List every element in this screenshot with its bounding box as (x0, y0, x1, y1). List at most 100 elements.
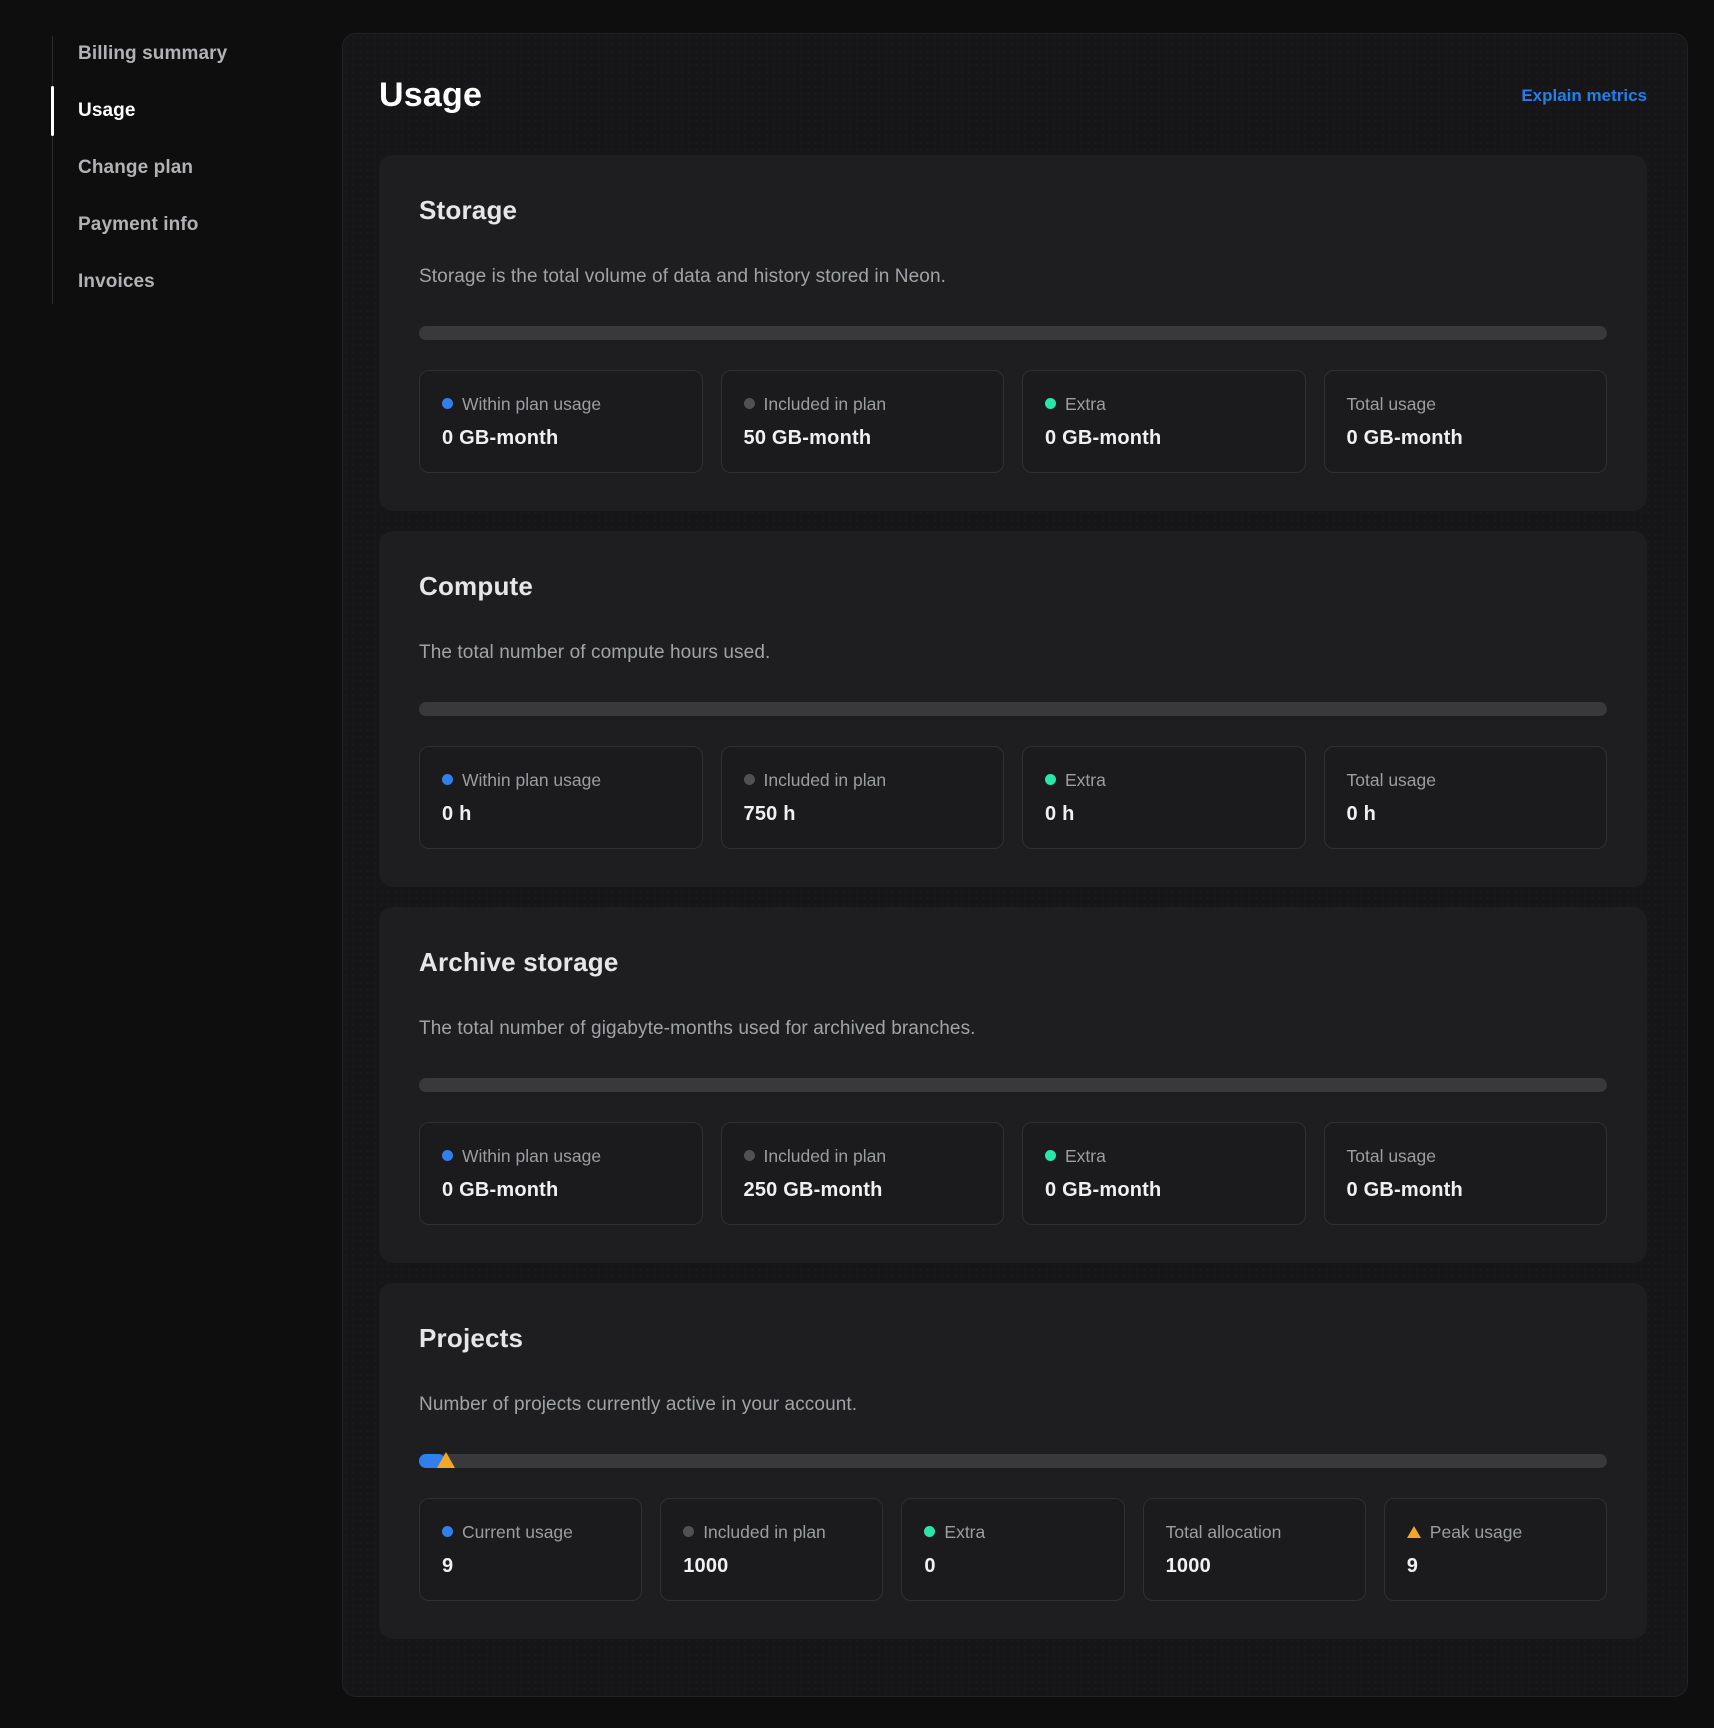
stat-label-row: Extra (924, 1519, 1101, 1545)
sidebar-item-payment-info[interactable]: Payment info (53, 213, 302, 237)
stat-label: Included in plan (764, 391, 887, 417)
stat-value: 0 h (1347, 803, 1585, 826)
stat-value: 0 h (1045, 803, 1283, 826)
stat-value: 0 GB-month (1347, 427, 1585, 450)
billing-sidebar: Billing summary Usage Change plan Payment i… (52, 36, 302, 304)
stat-label-row: Total usage (1347, 1143, 1585, 1169)
stat-label: Within plan usage (462, 391, 601, 417)
stat-label-row: Within plan usage (442, 391, 680, 417)
gray-dot-icon (744, 398, 755, 409)
stat-value: 0 GB-month (1347, 1179, 1585, 1202)
stat-value: 0 GB-month (442, 1179, 680, 1202)
section-description: Storage is the total volume of data and … (419, 266, 1607, 288)
green-dot-icon (1045, 398, 1056, 409)
green-dot-icon (1045, 1150, 1056, 1161)
stat-label: Peak usage (1430, 1519, 1522, 1545)
gray-dot-icon (744, 774, 755, 785)
stat-box-total-usage: Total usage 0 GB-month (1324, 1122, 1608, 1225)
section-description: Number of projects currently active in y… (419, 1394, 1607, 1416)
section-compute: Compute The total number of compute hours… (379, 531, 1647, 887)
section-archive-storage: Archive storage The total number of gigab… (379, 907, 1647, 1263)
usage-sections: Storage Storage is the total volume of da… (379, 155, 1647, 1639)
sidebar-item-billing-summary[interactable]: Billing summary (53, 42, 302, 66)
stats-grid: Within plan usage 0 GB-month Included in p… (419, 1122, 1607, 1225)
stats-grid: Current usage 9 Included in plan 1000 Extra 0… (419, 1498, 1607, 1601)
blue-dot-icon (442, 1150, 453, 1161)
stat-label-row: Peak usage (1407, 1519, 1584, 1545)
section-projects: Projects Number of projects currently act… (379, 1283, 1647, 1639)
stat-value: 250 GB-month (744, 1179, 982, 1202)
stat-label: Within plan usage (462, 767, 601, 793)
stat-label: Included in plan (764, 1143, 887, 1169)
usage-progress-bar (419, 326, 1607, 340)
blue-dot-icon (442, 774, 453, 785)
stat-value: 0 GB-month (1045, 427, 1283, 450)
stat-box-peak-usage: Peak usage 9 (1384, 1498, 1607, 1601)
stat-value: 9 (1407, 1555, 1584, 1578)
stat-box-within-plan-usage: Within plan usage0 GB-month (419, 370, 703, 473)
section-title: Archive storage (419, 947, 1607, 978)
stat-box-included-in-plan: Included in plan 750 h (721, 746, 1005, 849)
stat-label: Current usage (462, 1519, 573, 1545)
stat-label-row: Included in plan (744, 767, 982, 793)
stat-label: Extra (1065, 1143, 1106, 1169)
stat-label: Included in plan (764, 767, 887, 793)
stat-value: 0 (924, 1555, 1101, 1578)
stat-label-row: Within plan usage (442, 767, 680, 793)
sidebar-item-change-plan[interactable]: Change plan (53, 156, 302, 180)
sidebar-item-usage[interactable]: Usage (53, 99, 302, 123)
usage-progress-bar (419, 1454, 1607, 1468)
stats-grid: Within plan usage0 hIncluded in plan750 … (419, 746, 1607, 849)
stat-box-included-in-plan: Included in plan 50 GB-month (721, 370, 1005, 473)
stat-label-row: Total allocation (1166, 1519, 1343, 1545)
usage-progress-bar (419, 702, 1607, 716)
stat-box-within-plan-usage: Within plan usage 0 GB-month (419, 1122, 703, 1225)
stat-box-extra: Extra 0 h (1022, 746, 1306, 849)
stat-value: 50 GB-month (744, 427, 982, 450)
section-description: The total number of gigabyte-months used… (419, 1018, 1607, 1040)
stat-label: Included in plan (703, 1519, 826, 1545)
stat-box-extra: Extra 0 GB-month (1022, 1122, 1306, 1225)
stat-label: Extra (1065, 767, 1106, 793)
stat-label-row: Extra (1045, 767, 1283, 793)
gray-dot-icon (683, 1526, 694, 1537)
panel-header: Usage Explain metrics (379, 70, 1647, 115)
stat-label: Total usage (1347, 767, 1437, 793)
stat-label-row: Included in plan (683, 1519, 860, 1545)
blue-dot-icon (442, 398, 453, 409)
usage-panel: Usage Explain metrics Storage Storage is … (342, 33, 1688, 1697)
explain-metrics-link[interactable]: Explain metrics (1521, 86, 1647, 106)
stat-label: Total allocation (1166, 1519, 1282, 1545)
stat-label: Extra (1065, 391, 1106, 417)
stat-label-row: Total usage (1347, 391, 1585, 417)
stat-box-total-allocation: Total allocation 1000 (1143, 1498, 1366, 1601)
stat-box-extra: Extra 0 GB-month (1022, 370, 1306, 473)
stat-label-row: Included in plan (744, 1143, 982, 1169)
section-title: Storage (419, 195, 1607, 226)
sidebar-item-invoices[interactable]: Invoices (53, 270, 302, 294)
stat-label-row: Extra (1045, 1143, 1283, 1169)
blue-dot-icon (442, 1526, 453, 1537)
stat-value: 750 h (744, 803, 982, 826)
section-title: Compute (419, 571, 1607, 602)
green-dot-icon (924, 1526, 935, 1537)
green-dot-icon (1045, 774, 1056, 785)
section-title: Projects (419, 1323, 1607, 1354)
stat-label: Total usage (1347, 1143, 1437, 1169)
stat-label-row: Current usage (442, 1519, 619, 1545)
stat-value: 9 (442, 1555, 619, 1578)
usage-progress-bar (419, 1078, 1607, 1092)
stat-label-row: Included in plan (744, 391, 982, 417)
stat-value: 1000 (1166, 1555, 1343, 1578)
stat-value: 0 GB-month (1045, 1179, 1283, 1202)
stat-box-included-in-plan: Included in plan 250 GB-month (721, 1122, 1005, 1225)
stat-box-current-usage: Current usage 9 (419, 1498, 642, 1601)
stat-box-within-plan-usage: Within plan usage0 h (419, 746, 703, 849)
stat-box-total-usage: Total usage 0 h (1324, 746, 1608, 849)
gray-dot-icon (744, 1150, 755, 1161)
section-description: The total number of compute hours used. (419, 642, 1607, 664)
peak-triangle-icon (1407, 1526, 1421, 1538)
stat-label: Within plan usage (462, 1143, 601, 1169)
stat-label-row: Within plan usage (442, 1143, 680, 1169)
stat-label: Total usage (1347, 391, 1437, 417)
